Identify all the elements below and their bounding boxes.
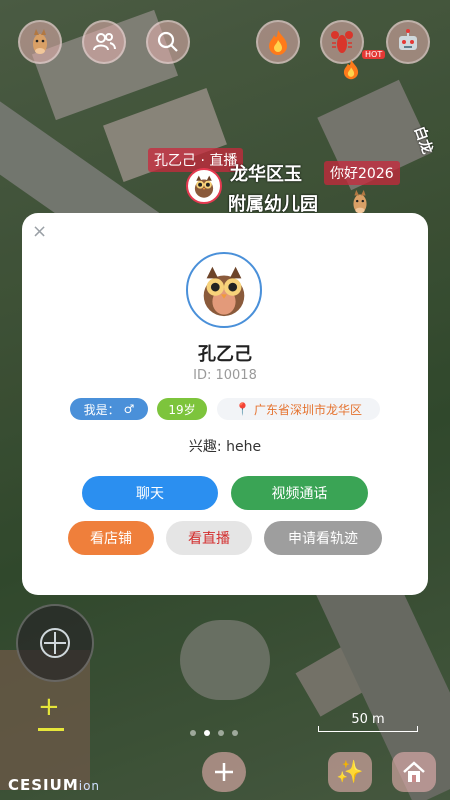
user-marker[interactable] [186,168,222,204]
fire-icon [340,58,362,84]
track-button[interactable]: 申请看轨迹 [264,521,382,555]
effects-button[interactable]: ✨ [328,752,372,792]
chat-button[interactable]: 聊天 [82,476,218,510]
gender-label: 我是： [83,402,120,417]
horse-icon [33,29,47,54]
cesium-attribution[interactable]: CESIUMion [8,776,100,794]
home-icon [403,761,425,782]
add-button[interactable] [202,752,246,792]
scale-bar: 50 m [318,712,418,732]
plus-icon [215,763,233,781]
scale-label: 50 m [351,712,385,727]
search-button[interactable] [146,20,190,64]
cesium-suffix: ion [78,779,101,793]
page-dot [190,730,196,736]
owl-icon [194,175,214,198]
sparkles-icon: ✨ [336,759,364,785]
home-button[interactable] [392,752,436,792]
hot-badge: HOT [362,50,386,59]
interest-text: 兴趣: hehe [188,439,262,455]
video-call-button[interactable]: 视频通话 [231,476,368,510]
gender-chip: 我是： ♂ [70,398,148,420]
zoom-in-icon[interactable]: + [38,694,60,720]
greeting-tag[interactable]: 你好2026 [324,161,400,185]
pagination-dots [190,730,238,736]
page-dot [218,730,224,736]
live-button[interactable]: 看直播 [166,521,252,555]
page-dot-active [204,730,210,736]
gender-symbol: ♂ [123,402,135,416]
fire-icon [269,30,287,55]
cesium-logo: CESIUM [8,776,79,794]
compass-icon [40,628,70,658]
scale-line [318,726,418,732]
zoom-out-icon[interactable] [38,728,64,731]
location-chip: 📍 广东省深圳市龙华区 [217,398,380,420]
fire-button[interactable] [256,20,300,64]
profile-id: ID: 10018 [193,368,257,383]
owl-icon [203,266,245,317]
friends-icon [93,33,116,51]
close-button[interactable]: × [32,221,47,242]
pin-icon: 📍 [235,402,250,416]
age-chip: 19岁 [157,398,207,420]
friends-button[interactable] [82,20,126,64]
shop-button[interactable]: 看店铺 [68,521,154,555]
page-dot [232,730,238,736]
robot-button[interactable] [386,20,430,64]
crawfish-icon [331,31,353,53]
search-icon [157,31,178,52]
poi-label: 龙华区玉 [230,164,302,185]
horse-icon [353,189,367,214]
location-text: 广东省深圳市龙华区 [253,402,362,417]
robot-icon [399,29,417,50]
compass-control[interactable] [16,604,94,682]
avatar [186,252,262,328]
horse-button[interactable] [18,20,62,64]
profile-name: 孔乙己 [198,344,252,365]
